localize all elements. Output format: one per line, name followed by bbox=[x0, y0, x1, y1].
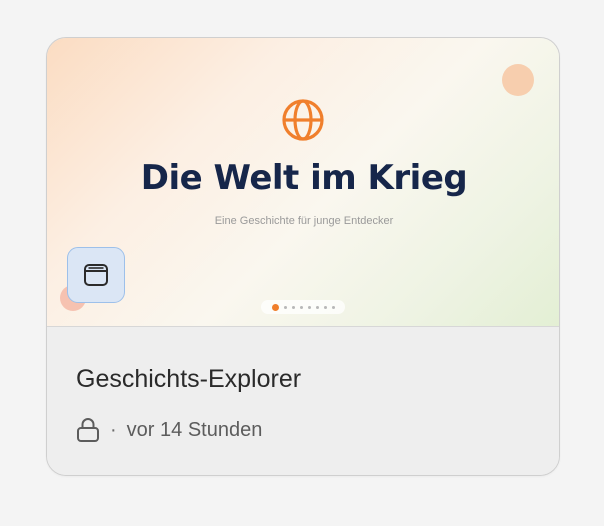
carousel-dot[interactable] bbox=[331, 305, 335, 309]
app-type-button[interactable] bbox=[67, 247, 125, 303]
carousel-indicator bbox=[261, 300, 345, 314]
project-meta: · vor 14 Stunden bbox=[76, 417, 262, 443]
carousel-dot[interactable] bbox=[291, 305, 295, 309]
carousel-dot-active[interactable] bbox=[271, 303, 279, 311]
carousel-dot[interactable] bbox=[323, 305, 327, 309]
preview-subtitle: Eine Geschichte für junge Entdecker bbox=[214, 215, 394, 227]
carousel-dot[interactable] bbox=[299, 305, 303, 309]
carousel-dot[interactable] bbox=[283, 305, 287, 309]
carousel-dot[interactable] bbox=[307, 305, 311, 309]
project-preview[interactable]: Die Welt im Krieg Eine Geschichte für ju… bbox=[47, 38, 559, 327]
project-name[interactable]: Geschichts-Explorer bbox=[76, 365, 301, 394]
globe-icon bbox=[282, 99, 324, 141]
last-updated: vor 14 Stunden bbox=[126, 418, 263, 441]
browser-window-icon bbox=[84, 264, 108, 286]
meta-separator: · bbox=[110, 418, 117, 441]
project-card[interactable]: Die Welt im Krieg Eine Geschichte für ju… bbox=[46, 37, 560, 476]
project-info: Geschichts-Explorer · vor 14 Stunden bbox=[47, 327, 559, 475]
preview-title: Die Welt im Krieg bbox=[140, 158, 468, 198]
carousel-dot[interactable] bbox=[315, 305, 319, 309]
page-background: Die Welt im Krieg Eine Geschichte für ju… bbox=[0, 0, 604, 526]
decorative-circle bbox=[502, 64, 534, 96]
lock-icon bbox=[77, 418, 99, 442]
